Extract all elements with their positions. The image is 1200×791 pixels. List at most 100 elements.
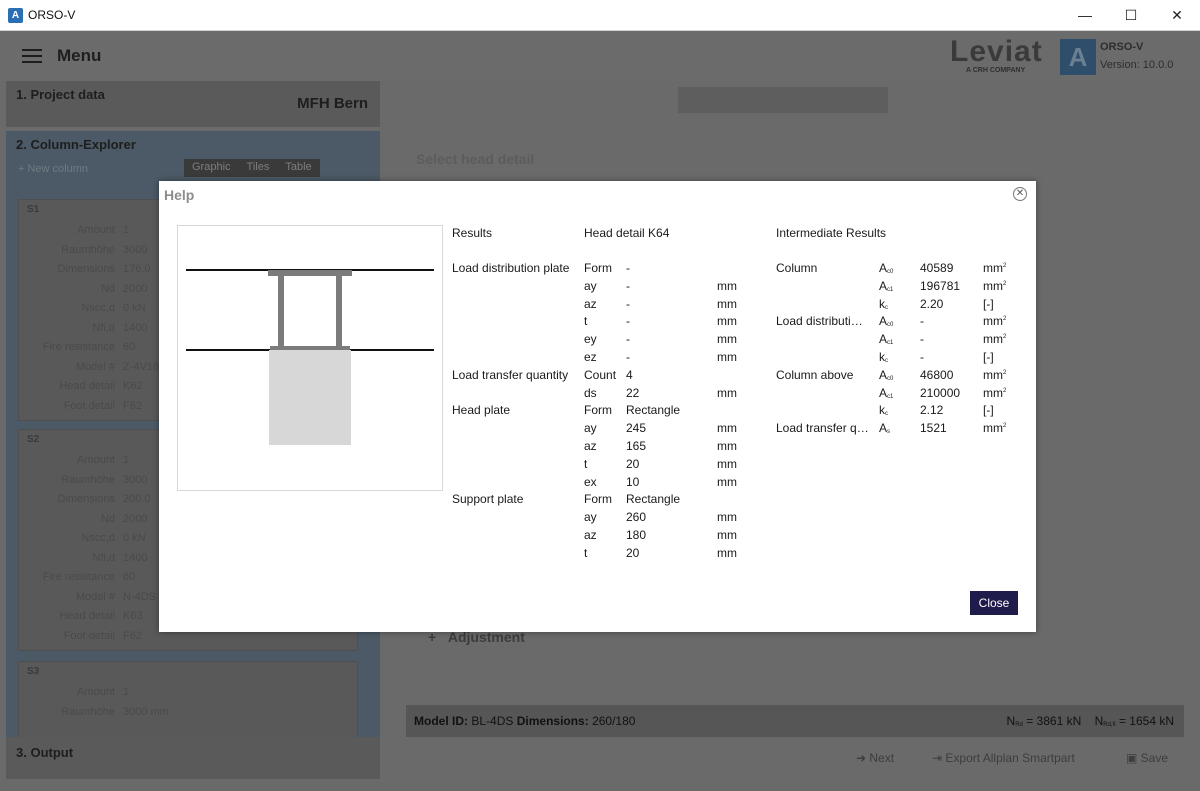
intermediate-value: 40589 — [920, 261, 954, 275]
unit-exponent: 2 — [1003, 280, 1007, 287]
unit-exponent: 2 — [1003, 369, 1007, 376]
intermediate-unit: mm2 — [983, 279, 1006, 293]
intermediate-value: 2.12 — [920, 403, 944, 418]
tab-table[interactable]: Table — [277, 159, 319, 177]
intermediate-unit: [-] — [983, 403, 994, 417]
intermediate-value: - — [920, 332, 924, 347]
save-button[interactable]: ▣ Save — [1126, 751, 1168, 765]
symbol-letter: A — [879, 314, 888, 329]
tab-tiles[interactable]: Tiles — [239, 159, 278, 177]
result-param: Form — [584, 492, 612, 507]
model-id-label: Model ID: — [414, 714, 468, 728]
symbol-letter: A — [879, 332, 888, 347]
intermediate-group-name: Column above — [776, 367, 854, 382]
close-window-button[interactable]: ✕ — [1154, 0, 1200, 30]
intermediate-symbol: Ac1 — [879, 332, 893, 346]
column-card-value: 3000 — [123, 473, 148, 486]
next-button[interactable]: ➜ Next — [856, 751, 894, 765]
status-model-info: Model ID: BL-4DS Dimensions: 260/180 — [414, 714, 635, 728]
column-card-value: 60 — [123, 341, 136, 353]
column-card-key: Nfi,d — [92, 321, 115, 334]
result-value: - — [626, 296, 630, 311]
column-card-value: K63 — [123, 610, 143, 622]
symbol-subscript: c1 — [887, 340, 894, 347]
next-label: Next — [869, 751, 895, 765]
column-card-value: 1 — [123, 454, 130, 466]
result-unit: mm — [717, 510, 737, 525]
close-button[interactable]: Close — [970, 591, 1018, 615]
result-value: 260 — [626, 510, 647, 525]
unit-text: mm — [983, 367, 1003, 382]
result-unit: mm — [717, 350, 737, 364]
column-card-key: Dimensions — [57, 493, 115, 505]
result-value: Rectangle — [626, 403, 681, 418]
result-value: 165 — [626, 439, 647, 453]
intermediate-symbol: Ac0 — [879, 368, 893, 382]
result-param: ay — [584, 278, 597, 293]
result-value: 10 — [626, 474, 640, 489]
column-card-value: 3000 — [123, 243, 148, 256]
unit-exponent: 2 — [1003, 423, 1007, 430]
unit-text: [-] — [983, 350, 994, 364]
view-tabs: Graphic Tiles Table — [184, 159, 320, 177]
export-button[interactable]: ⇥ Export Allplan Smartpart — [932, 751, 1075, 765]
menu-label[interactable]: Menu — [57, 46, 101, 66]
project-data-title: 1. Project data — [16, 87, 105, 102]
column-card-key: Fire resistance — [42, 571, 115, 583]
dialog-title: Help — [164, 187, 195, 203]
result-param: ex — [584, 474, 597, 489]
symbol-subscript: c1 — [887, 286, 894, 293]
result-param: Form — [584, 261, 612, 275]
maximize-button[interactable]: ☐ — [1108, 0, 1154, 30]
unit-exponent: 2 — [1003, 387, 1007, 394]
tab-graphic[interactable]: Graphic — [184, 159, 239, 177]
intermediate-group-name: Load transfer q… — [776, 421, 869, 436]
result-unit: mm — [717, 385, 737, 400]
project-data-section[interactable]: 1. Project data MFH Bern — [6, 81, 380, 127]
result-group-name: Support plate — [452, 492, 524, 507]
save-label: Save — [1140, 751, 1169, 765]
result-group-name: Load distribution plate — [452, 261, 570, 275]
dimensions-label: Dimensions: — [516, 714, 589, 728]
intermediate-unit: mm2 — [983, 261, 1006, 275]
intermediate-unit: mm2 — [983, 332, 1006, 346]
unit-text: mm — [983, 261, 1003, 275]
intermediate-value: 46800 — [920, 367, 954, 382]
column-card[interactable]: S3 Amount 1 Raumhöhe 3000 mm — [18, 661, 358, 739]
result-param: ds — [584, 385, 597, 400]
result-value: Rectangle — [626, 492, 681, 507]
symbol-letter: A — [879, 367, 888, 382]
output-section[interactable]: 3. Output — [6, 737, 380, 779]
result-unit: mm — [717, 528, 737, 542]
column-card-value: 176.0 — [123, 263, 151, 275]
new-column-button[interactable]: + New column — [18, 163, 88, 175]
column-card-value: 60 — [123, 571, 136, 583]
column-card-key: Foot detail — [63, 399, 115, 412]
unit-text: mm — [983, 421, 1003, 436]
window-title: ORSO-V — [28, 8, 76, 22]
result-unit: mm — [717, 456, 737, 471]
intermediate-symbol: Ac0 — [879, 261, 893, 275]
minimize-button[interactable]: — — [1062, 0, 1108, 30]
dialog-close-icon[interactable]: ✕ — [1013, 187, 1027, 201]
column-card-key: Amount — [77, 686, 115, 698]
intermediate-symbol: kc — [879, 403, 888, 417]
result-param: ez — [584, 350, 597, 364]
intermediate-symbol: kc — [879, 297, 888, 311]
column-card-value: 200.0 — [123, 493, 151, 505]
result-unit: mm — [717, 474, 737, 489]
column-card-key: Raumhöhe — [61, 705, 115, 718]
column-card-key: Nd — [100, 512, 115, 525]
intermediate-header: Intermediate Results — [776, 226, 887, 240]
hamburger-menu-icon[interactable] — [22, 49, 42, 63]
intermediate-value: - — [920, 350, 924, 364]
product-logo-icon: A — [1060, 39, 1096, 75]
result-group-name: Load transfer quantity — [452, 367, 569, 382]
project-name: MFH Bern — [297, 95, 368, 112]
result-unit: mm — [717, 296, 737, 311]
intermediate-unit: mm2 — [983, 421, 1006, 435]
result-group-name: Head plate — [452, 403, 511, 418]
column-card-key: Head detail — [59, 610, 115, 622]
column-card-value: 0 kN — [123, 302, 146, 314]
intermediate-symbol: Ac0 — [879, 314, 893, 328]
